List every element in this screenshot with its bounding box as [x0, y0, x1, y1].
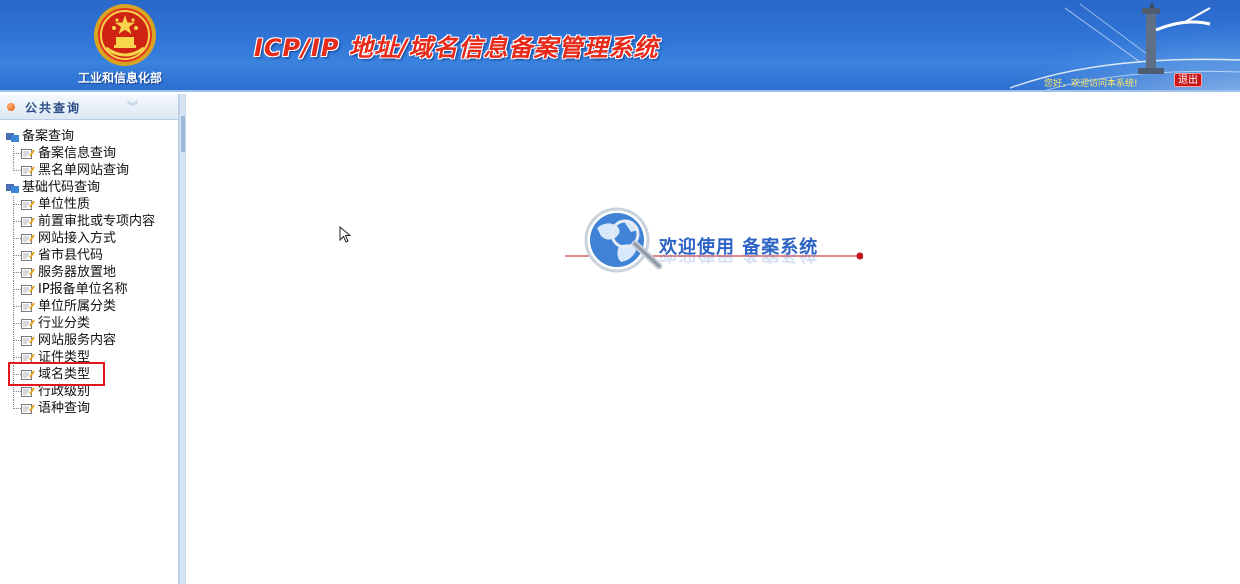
tree-item-label: 黑名单网站查询 — [38, 163, 130, 178]
folder-group-icon — [6, 184, 19, 193]
tree-item[interactable]: 网站服务内容 — [0, 332, 178, 349]
ministry-name: 工业和信息化部 — [78, 71, 163, 85]
document-pencil-icon — [21, 319, 35, 329]
logout-button[interactable]: 退出 — [1174, 73, 1202, 87]
tree-item-label: 语种查询 — [38, 401, 91, 416]
main-content — [187, 94, 1240, 584]
tree-item-blacklist-query[interactable]: 黑名单网站查询 — [0, 162, 178, 179]
tree-item[interactable]: 前置审批或专项内容 — [0, 213, 178, 230]
document-pencil-icon — [21, 387, 35, 397]
document-pencil-icon — [21, 353, 35, 363]
tree-item[interactable]: 语种查询 — [0, 400, 178, 417]
mouse-cursor-icon — [339, 226, 351, 243]
greeting-text: 您好，欢迎访问本系统! — [1044, 79, 1138, 89]
tree-item-label: 证件类型 — [38, 350, 91, 365]
tree-group-label: 备案查询 — [22, 129, 75, 144]
tree-item-label: 域名类型 — [38, 367, 91, 382]
document-pencil-icon — [21, 336, 35, 346]
tree-item-label: 服务器放置地 — [38, 265, 117, 280]
tree-item-label: 单位性质 — [38, 197, 91, 212]
tree-group-base-code-query[interactable]: 基础代码查询 — [0, 179, 178, 196]
document-pencil-icon — [21, 234, 35, 244]
panel-splitter[interactable] — [179, 94, 186, 584]
document-pencil-icon — [21, 217, 35, 227]
globe-magnifier-icon — [584, 207, 663, 273]
tree-item[interactable]: 省市县代码 — [0, 247, 178, 264]
tree-item-filing-info-query[interactable]: 备案信息查询 — [0, 145, 178, 162]
tree-item[interactable]: 行政级别 — [0, 383, 178, 400]
document-pencil-icon — [21, 302, 35, 312]
system-title: ICP/IP 地址/域名信息备案管理系统 — [254, 34, 659, 62]
tree-item-label: 网站服务内容 — [38, 333, 117, 348]
tree-group-filing-query[interactable]: 备案查询 — [0, 128, 178, 145]
document-pencil-icon — [21, 404, 35, 414]
tree-item-domain-type[interactable]: 域名类型 — [0, 366, 178, 383]
sidebar: 公共查询 ︾ 备案查询 备案信息查询 黑名单网站查询 基础代码查询 单位性质 前… — [0, 94, 179, 584]
document-pencil-icon — [21, 166, 35, 176]
document-pencil-icon — [21, 200, 35, 210]
tree-item[interactable]: 证件类型 — [0, 349, 178, 366]
tree-item-label: 单位所属分类 — [38, 299, 117, 314]
tree-item-label: IP报备单位名称 — [38, 282, 128, 297]
tree-item-label: 网站接入方式 — [38, 231, 117, 246]
document-pencil-icon — [21, 285, 35, 295]
welcome-text-reflection: 欢迎使用 备案系统 — [659, 254, 818, 268]
tree-item-label: 前置审批或专项内容 — [38, 214, 156, 229]
sidebar-panel-title: 公共查询 — [25, 101, 82, 115]
tree-item[interactable]: 服务器放置地 — [0, 264, 178, 281]
top-banner: 工业和信息化部 ICP/IP 地址/域名信息备案管理系统 您好，欢迎访问本系统!… — [0, 0, 1240, 92]
tree-item[interactable]: 网站接入方式 — [0, 230, 178, 247]
document-pencil-icon — [21, 149, 35, 159]
collapse-chevron-icon[interactable]: ︾ — [127, 98, 138, 114]
folder-group-icon — [6, 133, 19, 142]
tree-item-label: 备案信息查询 — [38, 146, 117, 161]
tree-item-label: 行业分类 — [38, 316, 91, 331]
splitter-grip[interactable] — [181, 116, 185, 152]
national-emblem-icon — [94, 4, 156, 66]
sidebar-panel-header[interactable]: 公共查询 ︾ — [0, 94, 178, 120]
tree-group-label: 基础代码查询 — [22, 180, 101, 195]
tree-item[interactable]: IP报备单位名称 — [0, 281, 178, 298]
document-pencil-icon — [21, 251, 35, 261]
tree-item-label: 行政级别 — [38, 384, 91, 399]
tree-item[interactable]: 单位所属分类 — [0, 298, 178, 315]
tree-item-label: 省市县代码 — [38, 248, 104, 263]
tree-item[interactable]: 行业分类 — [0, 315, 178, 332]
nav-tree: 备案查询 备案信息查询 黑名单网站查询 基础代码查询 单位性质 前置审批或专项内… — [0, 128, 178, 417]
orange-dot-icon — [7, 103, 15, 111]
tree-item[interactable]: 单位性质 — [0, 196, 178, 213]
document-pencil-icon — [21, 370, 35, 380]
document-pencil-icon — [21, 268, 35, 278]
